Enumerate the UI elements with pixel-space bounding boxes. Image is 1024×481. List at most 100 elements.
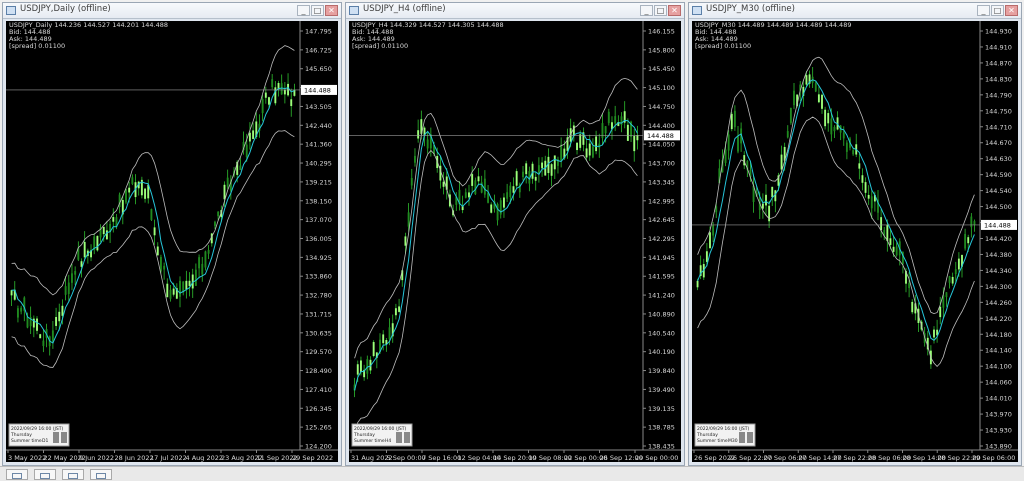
candle-body [560, 144, 563, 161]
minimized-chart-tab[interactable] [62, 469, 84, 480]
candle-body [131, 177, 134, 184]
candle-body [591, 146, 594, 158]
minimized-chart-tab[interactable] [34, 469, 56, 480]
candle-body [96, 235, 99, 251]
candle-body [845, 142, 848, 152]
price-axis-label: 142.295 [648, 235, 675, 243]
moving-average-line [697, 79, 975, 341]
price-chart-svg: 147.795146.725145.650144.575143.505142.4… [6, 21, 338, 462]
candle-body [553, 155, 556, 170]
candle-body [248, 132, 251, 142]
candle-body [404, 236, 407, 246]
title-bar[interactable]: USDJPY_H4 (offline) _ □ ✕ [346, 3, 684, 19]
candle-body [204, 251, 207, 268]
candle-body [771, 186, 774, 198]
bollinger-lower-line [697, 116, 975, 367]
chart-canvas[interactable]: 147.795146.725145.650144.575143.505142.4… [6, 21, 338, 462]
candle-body [42, 340, 45, 347]
price-axis-label: 142.995 [648, 197, 675, 205]
price-axis-label: 141.595 [648, 273, 675, 281]
price-axis-label: 144.060 [985, 379, 1012, 387]
candle-body [226, 177, 229, 187]
candle-body [951, 276, 954, 284]
window-title: USDJPY,Daily (offline) [20, 4, 111, 14]
price-axis-label: 144.400 [648, 122, 675, 130]
candle-body [172, 288, 175, 295]
chart-canvas[interactable]: 146.155 145.800 145.450 145.100 144.750 144.4… [349, 21, 681, 462]
candle-body [595, 136, 598, 152]
panel-weekday: Thursday [10, 432, 32, 438]
candle-body [709, 232, 711, 249]
panel-summer-time: Summer time [11, 438, 42, 444]
minimized-chart-tab[interactable] [90, 469, 112, 480]
candle-body [194, 269, 197, 286]
price-axis-label: 144.790 [985, 91, 1012, 99]
panel-timeframe: D1 [42, 438, 48, 444]
candle-body [268, 97, 270, 105]
price-axis-label: 144.140 [985, 347, 1012, 355]
candle-body [74, 270, 77, 275]
candle-body [39, 334, 42, 339]
maximize-button[interactable]: □ [311, 5, 324, 16]
chart-window-m30[interactable]: USDJPY_M30 (offline) _ □ ✕ 144.930 144.91… [688, 2, 1022, 466]
candle-body [957, 258, 960, 270]
candle-body [550, 164, 553, 176]
candle-body [252, 130, 255, 139]
candle-body [945, 292, 948, 298]
price-axis-label: 141.240 [648, 292, 675, 300]
minimize-button[interactable]: _ [640, 5, 653, 16]
chart-window-daily[interactable]: USDJPY,Daily (offline) _ □ ✕ 147.795 146.… [2, 2, 342, 466]
candle-body [730, 113, 733, 130]
chart-window-h4[interactable]: USDJPY_H4 (offline) _ □ ✕ 146.155 145.800… [345, 2, 685, 466]
candle-body [531, 163, 534, 179]
price-axis-label: 139.840 [648, 367, 675, 375]
current-price-label: 144.488 [647, 132, 674, 140]
price-axis-label: 136.005 [305, 235, 332, 243]
candle-body [125, 189, 127, 203]
candle-body [207, 249, 210, 254]
candle-body [880, 217, 883, 231]
price-axis-label: 144.670 [985, 139, 1012, 147]
candle-body [534, 176, 537, 181]
symbol-info: USDJPY_Daily 144.236 144.527 144.201 144… [9, 22, 168, 50]
candle-body [525, 163, 528, 175]
candle-body [954, 269, 957, 274]
candle-body [271, 79, 274, 88]
price-axis-label: 129.570 [305, 348, 332, 356]
time-axis-label: 28 Jun 2022 [115, 454, 154, 462]
candle-body [765, 194, 767, 206]
maximize-button[interactable]: □ [991, 5, 1004, 16]
price-axis-label: 144.220 [985, 315, 1012, 323]
bollinger-upper-line [354, 77, 638, 359]
candle-body [426, 139, 429, 149]
candle-body [973, 221, 976, 225]
candle-body [886, 224, 889, 242]
title-bar[interactable]: USDJPY_M30 (offline) _ □ ✕ [689, 3, 1021, 19]
close-button[interactable]: ✕ [1005, 5, 1018, 16]
candle-body [852, 150, 855, 155]
candle-body [153, 227, 156, 236]
close-button[interactable]: ✕ [668, 5, 681, 16]
candle-body [382, 334, 385, 344]
candle-body [515, 171, 518, 186]
maximize-button[interactable]: □ [654, 5, 667, 16]
candle-body [696, 280, 699, 288]
price-axis-label: 124.200 [305, 443, 332, 451]
minimize-button[interactable]: _ [297, 5, 310, 16]
price-axis-label: 144.830 [985, 75, 1012, 83]
title-bar[interactable]: USDJPY,Daily (offline) _ □ ✕ [3, 3, 341, 19]
candle-body [864, 182, 867, 193]
candle-body [737, 136, 739, 152]
close-button[interactable]: ✕ [325, 5, 338, 16]
candle-body [502, 197, 505, 208]
price-axis-label: 142.440 [305, 122, 332, 130]
chart-canvas[interactable]: 144.930 144.910 144.870 144.830 144.790 144.7… [692, 21, 1018, 462]
price-axis-label: 138.150 [305, 197, 332, 205]
candle-body [614, 116, 617, 124]
candle-body [388, 327, 391, 340]
minimized-chart-tab[interactable] [6, 469, 28, 480]
candle-body [150, 209, 153, 220]
candle-body [604, 126, 607, 134]
price-axis-label: 144.180 [985, 331, 1012, 339]
minimize-button[interactable]: _ [977, 5, 990, 16]
